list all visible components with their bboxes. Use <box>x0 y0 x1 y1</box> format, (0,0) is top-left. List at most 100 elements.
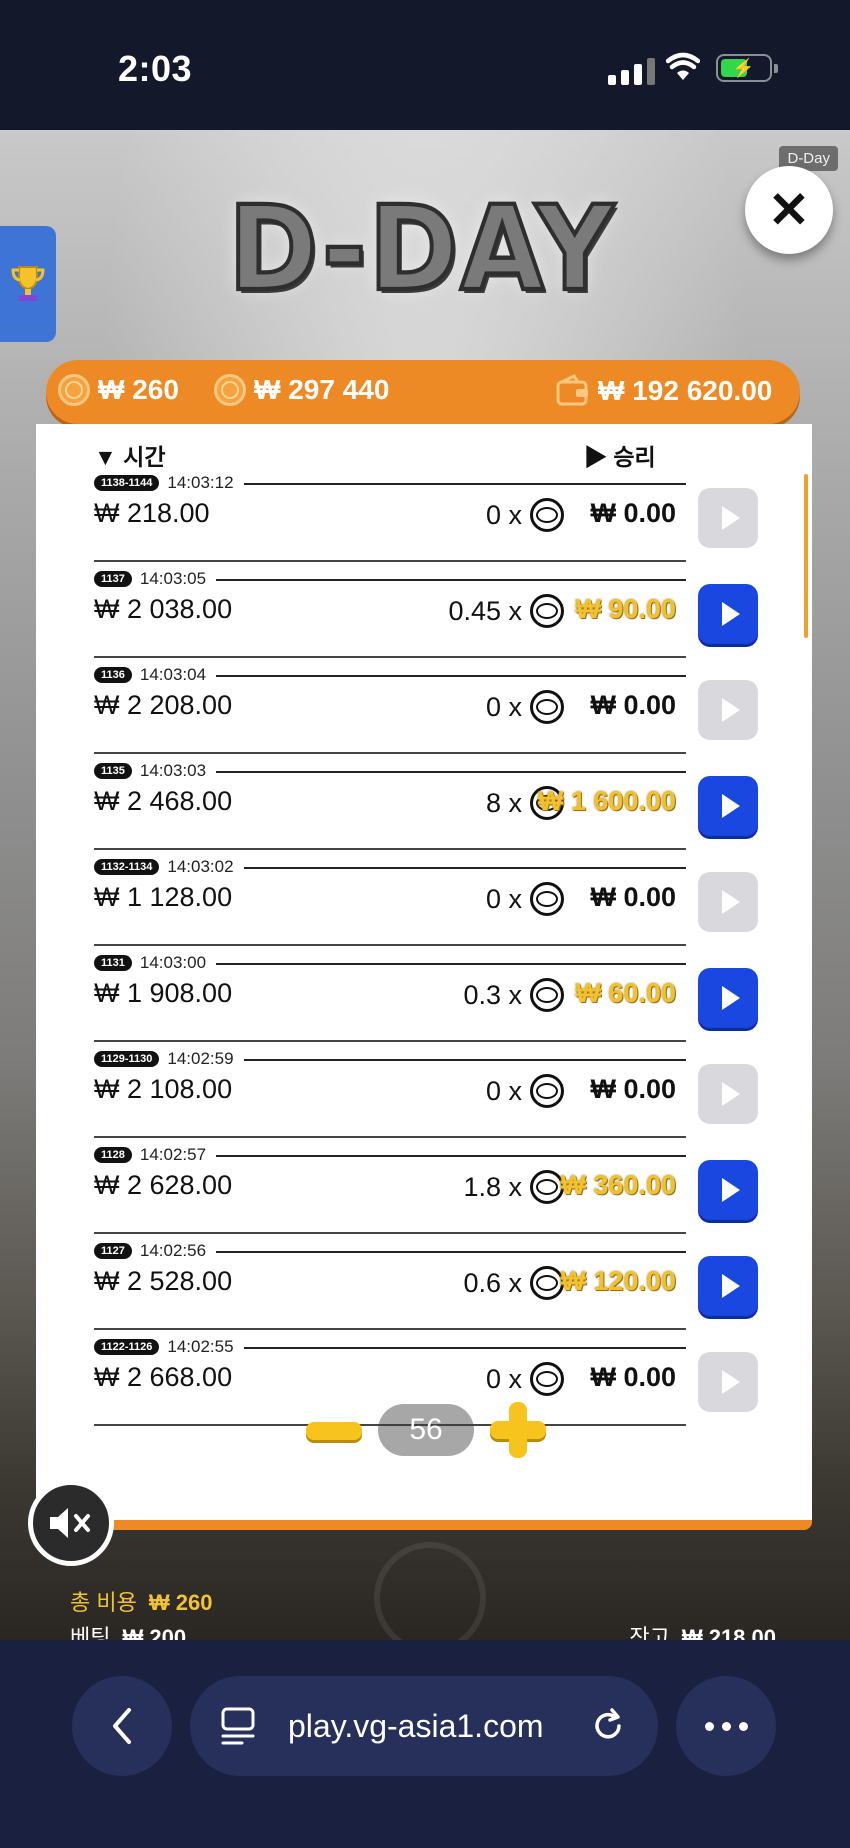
stepper-value: 56 <box>378 1404 474 1456</box>
trophy-tab[interactable] <box>0 226 56 342</box>
round-bet: ₩ 2 038.00 <box>94 594 233 624</box>
game-logo: D-DAY <box>226 179 616 318</box>
coin-icon <box>58 374 90 406</box>
replay-button[interactable] <box>698 1160 758 1220</box>
token-icon <box>530 594 564 628</box>
token-icon <box>530 498 564 532</box>
bet-amount: 베팅 ₩ 200 <box>70 1625 187 1640</box>
clock: 2:03 <box>118 48 193 89</box>
replay-button <box>698 488 758 548</box>
wallet-stat: ₩ 192 620.00 <box>556 374 772 408</box>
round-id-badge: 1138-1144 <box>94 475 160 491</box>
round-time: 14:03:05 <box>139 569 207 588</box>
round-meta: 1132-1134 14:03:02 <box>94 857 234 876</box>
round-multiplier: 0.45 x <box>448 594 564 628</box>
history-row: 1138-1144 14:03:12 ₩ 218.00 0 x ₩ 0.00 <box>36 466 812 562</box>
round-multiplier: 0 x <box>486 882 564 916</box>
round-multiplier: 1.8 x <box>463 1170 564 1204</box>
browser-toolbar: play.vg-asia1.com <box>0 1640 850 1848</box>
round-bet: ₩ 2 668.00 <box>94 1362 233 1392</box>
round-id-badge: 1135 <box>94 763 132 779</box>
replay-button[interactable] <box>698 1256 758 1316</box>
round-id-badge: 1122-1126 <box>94 1339 160 1355</box>
more-options-button[interactable] <box>676 1676 776 1776</box>
round-time: 14:03:03 <box>139 761 207 780</box>
page-menu-icon[interactable] <box>220 1706 256 1746</box>
scrollbar[interactable] <box>804 474 808 638</box>
round-bet: ₩ 2 628.00 <box>94 1170 233 1200</box>
token-icon <box>530 1362 564 1396</box>
meta-divider <box>216 1251 686 1253</box>
play-icon <box>721 890 740 914</box>
round-multiplier: 0 x <box>486 1074 564 1108</box>
meta-divider <box>244 867 686 869</box>
reload-icon[interactable] <box>590 1708 626 1744</box>
round-win: ₩ 0.00 <box>590 1362 676 1392</box>
quantity-stepper: 56 <box>306 1400 546 1460</box>
round-id-badge: 1131 <box>94 955 132 971</box>
round-multiplier: 0 x <box>486 690 564 724</box>
cellular-signal-icon <box>608 58 655 85</box>
sound-muted-icon <box>50 1508 90 1538</box>
round-id-badge: 1128 <box>94 1147 132 1163</box>
history-row: 1137 14:03:05 ₩ 2 038.00 0.45 x ₩ 90.00 <box>36 562 812 658</box>
play-ring-decoration <box>374 1542 486 1640</box>
token-icon <box>530 1074 564 1108</box>
round-bet: ₩ 1 908.00 <box>94 978 233 1008</box>
round-win: ₩ 1 600.00 <box>537 786 676 816</box>
increase-button[interactable] <box>490 1402 546 1458</box>
coin-stat-2: ₩ 297 440 <box>214 374 389 406</box>
panel-bottom-border <box>36 1520 812 1530</box>
round-win: ₩ 120.00 <box>560 1266 676 1296</box>
wallet-icon <box>556 374 588 406</box>
meta-divider <box>216 579 686 581</box>
history-row: 1129-1130 14:02:59 ₩ 2 108.00 0 x ₩ 0.00 <box>36 1042 812 1138</box>
chevron-left-icon <box>113 1708 131 1744</box>
round-id-badge: 1137 <box>94 571 132 587</box>
mute-button[interactable] <box>28 1480 114 1566</box>
round-time: 14:03:02 <box>167 857 234 876</box>
round-time: 14:03:00 <box>139 953 207 972</box>
round-win: ₩ 0.00 <box>590 498 676 528</box>
play-icon <box>721 1082 740 1106</box>
round-multiplier: 0 x <box>486 1362 564 1396</box>
play-icon <box>721 506 740 530</box>
history-list: 1138-1144 14:03:12 ₩ 218.00 0 x ₩ 0.00 1137 14… <box>36 466 812 1426</box>
play-icon <box>721 986 740 1010</box>
play-icon <box>721 1370 740 1394</box>
round-bet: ₩ 2 468.00 <box>94 786 233 816</box>
replay-button <box>698 680 758 740</box>
address-bar[interactable]: play.vg-asia1.com <box>190 1676 658 1776</box>
url-text: play.vg-asia1.com <box>288 1708 544 1744</box>
round-meta: 1137 14:03:05 <box>94 569 207 588</box>
round-meta: 1138-1144 14:03:12 <box>94 473 234 492</box>
history-row: 1135 14:03:03 ₩ 2 468.00 8 x ₩ 1 600.00 <box>36 754 812 850</box>
round-multiplier: 0.6 x <box>463 1266 564 1300</box>
battery-icon: ⚡ <box>716 54 778 82</box>
round-id-badge: 1132-1134 <box>94 859 160 875</box>
replay-button[interactable] <box>698 968 758 1028</box>
replay-button[interactable] <box>698 776 758 836</box>
meta-divider <box>216 963 686 965</box>
round-time: 14:02:56 <box>139 1241 207 1260</box>
round-meta: 1135 14:03:03 <box>94 761 207 780</box>
trophy-icon <box>11 266 45 301</box>
round-bet: ₩ 1 128.00 <box>94 882 233 912</box>
back-button[interactable] <box>72 1676 172 1776</box>
round-bet: ₩ 2 528.00 <box>94 1266 233 1296</box>
coin-stat-1: ₩ 260 <box>58 374 179 406</box>
round-bet: ₩ 218.00 <box>94 498 210 528</box>
round-time: 14:02:57 <box>139 1145 207 1164</box>
token-icon <box>530 1170 564 1204</box>
token-icon <box>530 1266 564 1300</box>
token-icon <box>530 690 564 724</box>
round-meta: 1127 14:02:56 <box>94 1241 207 1260</box>
decrease-button[interactable] <box>306 1422 362 1440</box>
round-multiplier: 0.3 x <box>463 978 564 1012</box>
meta-divider <box>216 1155 686 1157</box>
bet-history-panel[interactable]: ▼ 시간 ▶ 승리 1138-1144 14:03:12 ₩ 218.00 0 x ₩ … <box>36 424 812 1520</box>
close-button[interactable]: ✕ <box>745 166 833 254</box>
meta-divider <box>244 1059 686 1061</box>
round-meta: 1129-1130 14:02:59 <box>94 1049 234 1068</box>
replay-button[interactable] <box>698 584 758 644</box>
